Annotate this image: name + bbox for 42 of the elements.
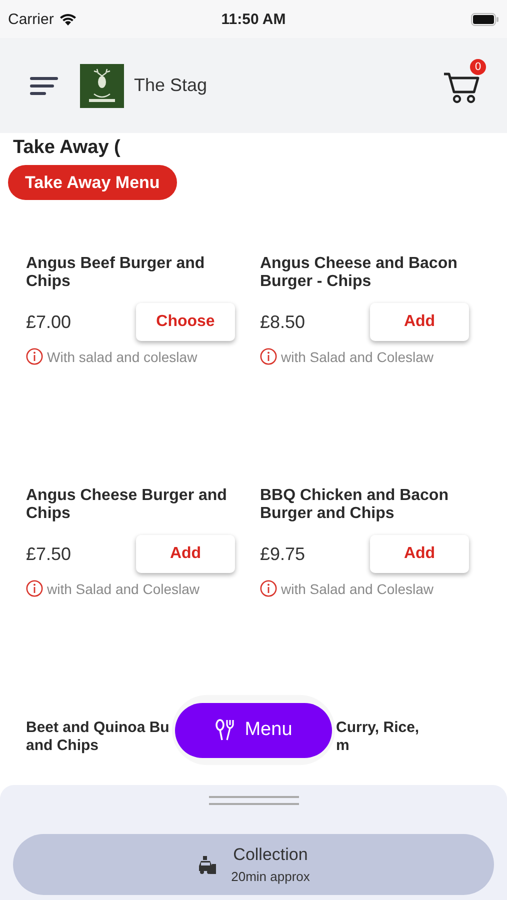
- clock-time: 11:50 AM: [221, 10, 286, 28]
- item-name: Angus Beef Burger and: [26, 255, 205, 273]
- item-price: £7.50: [26, 544, 72, 564]
- battery-icon: [471, 12, 499, 26]
- drag-handle[interactable]: [208, 796, 298, 805]
- item-name: Burger - Chips: [260, 273, 372, 291]
- collection-button[interactable]: Collection 20min approx: [13, 834, 494, 895]
- section-title: Take Away (: [12, 136, 122, 159]
- item-name: Chips: [26, 273, 70, 291]
- add-button[interactable]: Add: [370, 535, 469, 573]
- item-name: Chips: [26, 505, 70, 523]
- item-name: Curry, Rice,: [336, 719, 420, 737]
- item-name: Angus Cheese Burger and: [26, 487, 227, 505]
- carrier-label: Carrier: [8, 10, 54, 28]
- item-name: m: [336, 737, 350, 755]
- item-name: and Chips: [26, 737, 99, 755]
- info-icon: [260, 580, 277, 597]
- add-button[interactable]: Add: [136, 535, 235, 573]
- menu-button[interactable]: Menu: [175, 702, 332, 758]
- item-note: with Salad and Coleslaw: [281, 580, 434, 596]
- wifi-icon: [58, 12, 77, 26]
- add-button[interactable]: Add: [370, 303, 469, 341]
- stag-logo-icon: [80, 64, 124, 108]
- item-price: £7.00: [26, 312, 72, 332]
- item-price: £9.75: [260, 544, 306, 564]
- info-icon: [26, 348, 43, 365]
- menu-category-tab[interactable]: Take Away Menu: [8, 165, 177, 200]
- add-button[interactable]: Choose: [136, 303, 235, 341]
- restaurant-name: The Stag: [134, 75, 208, 96]
- item-price: £8.50: [260, 312, 306, 332]
- info-icon: [26, 580, 43, 597]
- item-name: Angus Cheese and Bacon: [260, 255, 458, 273]
- cutlery-icon: [214, 719, 235, 741]
- item-name: Beet and Quinoa Bu: [26, 719, 170, 737]
- cart-count-badge: 0: [470, 58, 486, 74]
- item-note: with Salad and Coleslaw: [281, 348, 434, 364]
- item-name: BBQ Chicken and Bacon: [260, 487, 448, 505]
- menu-icon[interactable]: [30, 76, 58, 96]
- item-note: with Salad and Coleslaw: [47, 580, 200, 596]
- info-icon: [260, 348, 277, 365]
- item-note: With salad and coleslaw: [47, 348, 198, 364]
- item-name: Burger and Chips: [260, 505, 394, 523]
